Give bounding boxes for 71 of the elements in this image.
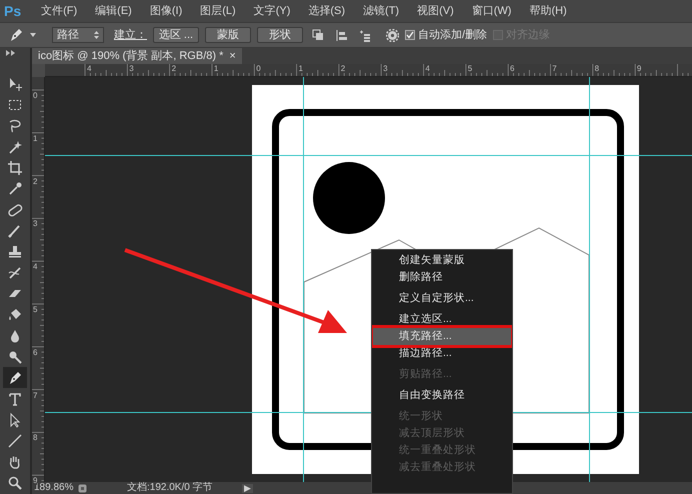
ruler-label: 4 (425, 65, 430, 73)
menu-item[interactable]: 定义自定形状... (373, 290, 511, 307)
menu-item[interactable]: 视图(V) (417, 2, 454, 20)
menu-item[interactable]: 图像(I) (150, 2, 182, 20)
make-button[interactable]: 蒙版 (205, 27, 251, 43)
menu-item[interactable]: 图层(L) (200, 2, 236, 20)
pen-tool-icon[interactable] (8, 27, 24, 43)
mode-dropdown[interactable]: 路径 (52, 27, 104, 43)
menu-item: 减去顶层形状 (398, 426, 466, 441)
document-title: ico图标 @ 190% (背景 副本, RGB/8) * (38, 48, 224, 64)
menu-item: 减去重叠处形状 (398, 460, 477, 475)
ruler-label: 9 (636, 65, 642, 73)
zoom-level[interactable]: 189.86% (32, 483, 78, 493)
ruler-label: 4 (33, 263, 38, 272)
make-label: 建立： (114, 28, 147, 43)
pen-tool-icon[interactable] (3, 367, 27, 388)
ruler-label: 4 (87, 65, 92, 73)
ruler-label: 2 (172, 65, 176, 73)
document-info: 文档:192.0K/0 字节 (127, 483, 214, 493)
path-operations-icon[interactable] (311, 28, 326, 42)
menu-item[interactable]: 建立选区... (373, 311, 511, 328)
ruler-label: 0 (33, 92, 38, 100)
ruler-label: 6 (510, 65, 514, 73)
menu-item[interactable]: 文字(Y) (254, 2, 290, 20)
ruler-label: 6 (33, 348, 38, 357)
ruler-label: 1 (298, 65, 303, 73)
menu-item[interactable]: 填充路径... (373, 328, 511, 345)
spinner-icon[interactable] (94, 31, 99, 39)
menu-item[interactable]: 编辑(E) (95, 2, 132, 20)
menu-item[interactable]: 窗口(W) (472, 2, 512, 20)
ruler-label: 3 (33, 220, 38, 228)
menu-item[interactable]: 自由变换路径 (373, 387, 511, 404)
ruler-label: 9 (33, 477, 38, 486)
document-tab[interactable]: ico图标 @ 190% (背景 副本, RGB/8) * × (32, 48, 242, 64)
settings-icon[interactable] (386, 28, 399, 42)
make-button[interactable]: 形状 (257, 27, 303, 43)
ruler-label: 2 (340, 65, 346, 73)
ruler-label: 1 (214, 65, 218, 73)
status-menu-button[interactable]: ▶ (242, 484, 253, 492)
path-arrangement-icon[interactable] (357, 28, 372, 42)
ruler-label: 5 (33, 306, 38, 314)
ruler-label: 2 (33, 178, 38, 186)
path-alignment-icon[interactable] (334, 28, 349, 42)
menu-item[interactable]: 创建矢量蒙版 (373, 252, 511, 269)
menu-item[interactable]: 帮助(H) (529, 2, 567, 20)
ruler-label: 8 (33, 434, 38, 442)
menu-item[interactable]: 选择(S) (308, 2, 346, 20)
ruler-label: 7 (33, 392, 38, 400)
ruler-label: 1 (33, 134, 38, 143)
app-logo: Ps (4, 2, 22, 20)
ruler-label: 0 (256, 65, 261, 73)
ruler-label: 5 (468, 65, 472, 73)
close-button[interactable]: × (229, 48, 236, 64)
ruler-label: 3 (383, 65, 388, 73)
ruler-corner (32, 64, 45, 77)
menu-item[interactable]: 描边路径... (373, 345, 511, 362)
ruler-label: 3 (129, 65, 134, 73)
menu-item: 统一形状 (398, 408, 444, 424)
document-status-icon[interactable] (78, 484, 87, 492)
ruler-label: 7 (552, 65, 557, 73)
menu-item: 剪贴路径... (398, 366, 453, 382)
checkbox[interactable] (405, 30, 415, 40)
menu-item[interactable]: 滤镜(T) (363, 2, 400, 20)
checkbox-label: 自动添加/删除 (418, 28, 488, 43)
make-button[interactable]: 选区 ... (153, 27, 199, 43)
ruler-label: 8 (594, 65, 600, 73)
menu-item: 统一重叠处形状 (398, 442, 477, 458)
collapse-icon[interactable] (6, 50, 16, 56)
caret-icon[interactable] (30, 33, 36, 37)
menu-item[interactable]: 文件(F) (41, 2, 78, 20)
menu-item[interactable]: 删除路径 (373, 269, 511, 286)
